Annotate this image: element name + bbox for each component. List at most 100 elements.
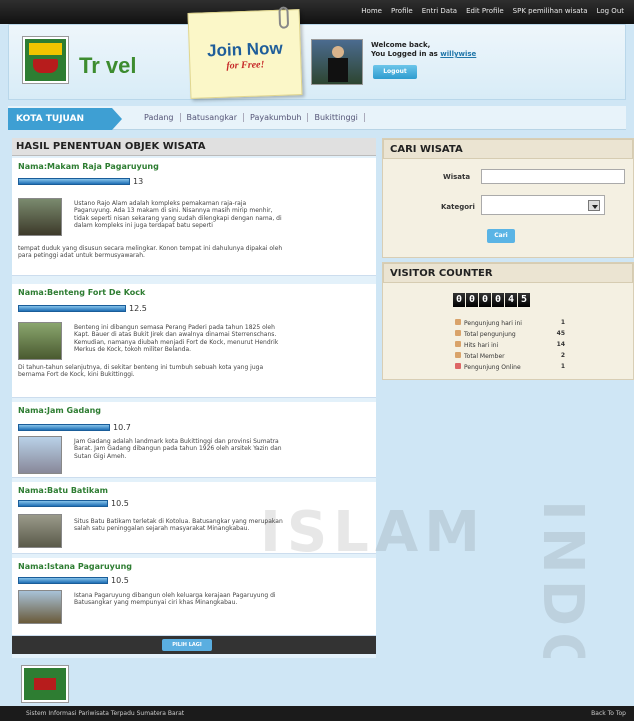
result-description-cont: Di tahun-tahun selanjutnya, di sekitar b…: [18, 364, 264, 379]
counter-digit: 0: [466, 293, 478, 307]
score-value: 12.5: [129, 304, 147, 313]
footer-strip: Sistem Informasi Pariwisata Terpadu Suma…: [0, 706, 634, 721]
pilih-lagi-button[interactable]: PILIH LAGI: [162, 639, 212, 651]
visitor-row-label: Hits hari ini: [464, 342, 499, 349]
visitor-row-value: 2: [560, 352, 565, 359]
welcome-panel: Welcome back, You Logged in as willywise…: [311, 39, 621, 91]
nav-home-link[interactable]: Home: [361, 7, 382, 15]
visitor-row-value: 14: [556, 341, 565, 348]
score-value: 10.5: [111, 576, 129, 585]
site-logo[interactable]: Tr vel: [23, 37, 173, 89]
member-icon: [455, 352, 461, 358]
sidebar: CARI WISATA Wisata Kategori Cari VISITOR…: [382, 138, 634, 658]
visitor-counter-box: VISITOR COUNTER 0 0 0 0 4 5 Pengunjung h…: [382, 262, 634, 380]
visitor-row-label: Total pengunjung: [464, 331, 516, 338]
visitor-row: Pengunjung Online 1: [455, 363, 565, 371]
users-icon: [455, 330, 461, 336]
cari-button[interactable]: Cari: [487, 229, 515, 243]
logo-text: Tr vel: [79, 53, 137, 78]
result-name[interactable]: Nama:Jam Gadang: [18, 406, 101, 415]
city-padang-link[interactable]: Padang: [138, 113, 181, 122]
city-bukittinggi-link[interactable]: Bukittinggi: [308, 113, 365, 122]
kota-tujuan-label: KOTA TUJUAN: [8, 108, 122, 130]
back-to-top-link[interactable]: Back To Top: [591, 706, 626, 721]
score-bar: [18, 424, 110, 431]
score-bar: [18, 178, 130, 185]
logged-in-line: You Logged in as willywise: [371, 50, 476, 59]
result-thumbnail: [18, 198, 62, 236]
city-links: Padang Batusangkar Payakumbuh Bukittingg…: [138, 113, 365, 122]
user-icon: [455, 319, 461, 325]
nav-profile-link[interactable]: Profile: [391, 7, 413, 15]
result-description-cont: tempat duduk yang disusun secara melingk…: [18, 245, 283, 260]
city-payakumbuh-link[interactable]: Payakumbuh: [244, 113, 309, 122]
kategori-select[interactable]: [481, 195, 605, 215]
welcome-line: Welcome back,: [371, 41, 431, 49]
counter-digit: 0: [492, 293, 504, 307]
visitor-row-label: Pengunjung Online: [464, 364, 521, 371]
user-avatar: [311, 39, 363, 85]
nav-logout-link[interactable]: Log Out: [597, 7, 624, 15]
counter-digits: 0 0 0 0 4 5: [453, 293, 530, 307]
score-bar: [18, 577, 108, 584]
visitor-row-value: 45: [556, 330, 565, 337]
visitor-counter-heading: VISITOR COUNTER: [383, 263, 633, 283]
result-name[interactable]: Nama:Batu Batikam: [18, 486, 108, 495]
results-panel: HASIL PENENTUAN OBJEK WISATA Nama:Makam …: [12, 138, 376, 658]
wisata-label: Wisata: [443, 173, 471, 181]
result-item: Nama:Istana Pagaruyung 10.5 Istana Pagar…: [12, 558, 376, 636]
top-navigation: Home Profile Entri Data Edit Profile SPK…: [0, 0, 634, 24]
result-item: Nama:Makam Raja Pagaruyung 13 Ustano Raj…: [12, 158, 376, 276]
nav-entri-data-link[interactable]: Entri Data: [422, 7, 457, 15]
pilih-lagi-bar: PILIH LAGI: [12, 636, 376, 654]
footer-site-name: Sistem Informasi Pariwisata Terpadu Suma…: [26, 710, 185, 717]
join-now-note[interactable]: Join Now for Free!: [187, 6, 303, 99]
paperclip-icon: [278, 6, 290, 29]
visitor-row: Hits hari ini 14: [455, 341, 565, 349]
chevron-down-icon[interactable]: [588, 200, 600, 211]
logout-button[interactable]: Logout: [373, 65, 417, 79]
result-description: Istana Pagaruyung dibangun oleh keluarga…: [74, 592, 276, 607]
kategori-label: Kategori: [441, 203, 475, 211]
nav-spk-link[interactable]: SPK pemilihan wisata: [513, 7, 588, 15]
visitor-row-label: Pengunjung hari ini: [464, 320, 522, 327]
visitor-row-value: 1: [560, 319, 565, 326]
result-name[interactable]: Nama:Istana Pagaruyung: [18, 562, 132, 571]
result-name[interactable]: Nama:Benteng Fort De Kock: [18, 288, 145, 297]
counter-digit: 0: [453, 293, 465, 307]
results-heading: HASIL PENENTUAN OBJEK WISATA: [12, 138, 376, 156]
score-value: 13: [133, 177, 144, 186]
result-thumbnail: [18, 436, 62, 474]
score-bar: [18, 305, 126, 312]
online-icon: [455, 363, 461, 369]
result-item: Nama:Batu Batikam 10.5 Situs Batu Batika…: [12, 482, 376, 554]
wisata-input[interactable]: [481, 169, 625, 184]
result-item: Nama:Benteng Fort De Kock 12.5 Benteng i…: [12, 284, 376, 398]
counter-digit: 5: [518, 293, 530, 307]
counter-digit: 4: [505, 293, 517, 307]
nav-edit-profile-link[interactable]: Edit Profile: [466, 7, 504, 15]
cari-wisata-box: CARI WISATA Wisata Kategori Cari: [382, 138, 634, 258]
visitor-row: Pengunjung hari ini 1: [455, 319, 565, 327]
result-description: Jam Gadang adalah landmark kota Bukittin…: [74, 438, 282, 460]
username-link[interactable]: willywise: [440, 50, 476, 58]
result-description: Ustano Rajo Alam adalah kompleks pemakam…: [74, 200, 282, 230]
rumah-gadang-logo-icon: [23, 37, 68, 83]
city-batusangkar-link[interactable]: Batusangkar: [181, 113, 244, 122]
site-header: Tr vel Join Now for Free! Welcome back, …: [8, 6, 626, 100]
visitor-row: Total pengunjung 45: [455, 330, 565, 338]
result-name[interactable]: Nama:Makam Raja Pagaruyung: [18, 162, 159, 171]
city-category-bar: KOTA TUJUAN Padang Batusangkar Payakumbu…: [8, 106, 626, 130]
result-thumbnail: [18, 590, 62, 624]
score-value: 10.5: [111, 499, 129, 508]
hits-icon: [455, 341, 461, 347]
visitor-row-label: Total Member: [464, 353, 505, 360]
footer-logo-icon: [22, 666, 68, 702]
result-description: Benteng ini dibangun semasa Perang Pader…: [74, 324, 279, 354]
welcome-text: Welcome back, You Logged in as willywise: [371, 41, 476, 59]
cari-wisata-heading: CARI WISATA: [383, 139, 633, 159]
logged-in-prefix: You Logged in as: [371, 50, 438, 58]
site-footer: Sistem Informasi Pariwisata Terpadu Suma…: [0, 658, 634, 721]
counter-digit: 0: [479, 293, 491, 307]
result-description: Situs Batu Batikam terletak di Kotolua. …: [74, 518, 283, 533]
